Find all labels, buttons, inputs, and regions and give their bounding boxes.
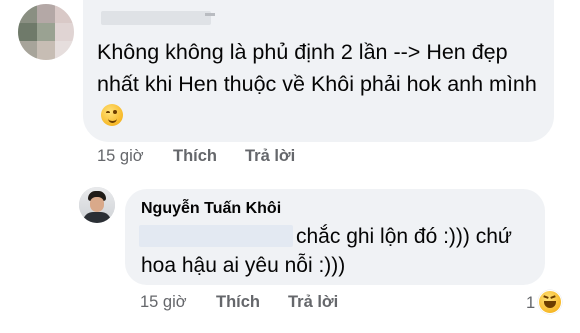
redacted-author-name[interactable]: [101, 11, 215, 25]
comment-reply-button[interactable]: Trả lời: [245, 147, 295, 166]
reply-bubble: Nguyễn Tuấn Khôi chắc ghi lộn đó :))) ch…: [125, 189, 545, 285]
comment-timestamp[interactable]: 15 giờ: [97, 147, 144, 166]
reaction-count[interactable]: 1: [526, 294, 535, 313]
comment-like-button[interactable]: Thích: [173, 147, 217, 166]
reply-text-line-2: hoa hậu ai yêu nỗi :))): [141, 254, 346, 277]
reply-author-avatar[interactable]: [79, 187, 115, 223]
commenter-avatar[interactable]: [18, 4, 74, 60]
comment-text: Không không là phủ định 2 lần --> Hen đẹ…: [97, 36, 549, 132]
haha-reaction-icon[interactable]: [538, 290, 562, 314]
comment-text-content: Không không là phủ định 2 lần --> Hen đẹ…: [97, 40, 537, 96]
redaction-mark: [205, 13, 215, 16]
reply-like-button[interactable]: Thích: [216, 293, 260, 312]
comment-bubble: Không không là phủ định 2 lần --> Hen đẹ…: [83, 0, 554, 142]
reply-author-name[interactable]: Nguyễn Tuấn Khôi: [141, 200, 281, 218]
wink-emoji-icon: [101, 104, 123, 126]
reply-text-line-1: chắc ghi lộn đó :))) chứ: [296, 225, 512, 248]
reply-timestamp[interactable]: 15 giờ: [140, 293, 187, 312]
reply-reply-button[interactable]: Trả lời: [288, 293, 338, 312]
redacted-mention[interactable]: [139, 225, 293, 247]
